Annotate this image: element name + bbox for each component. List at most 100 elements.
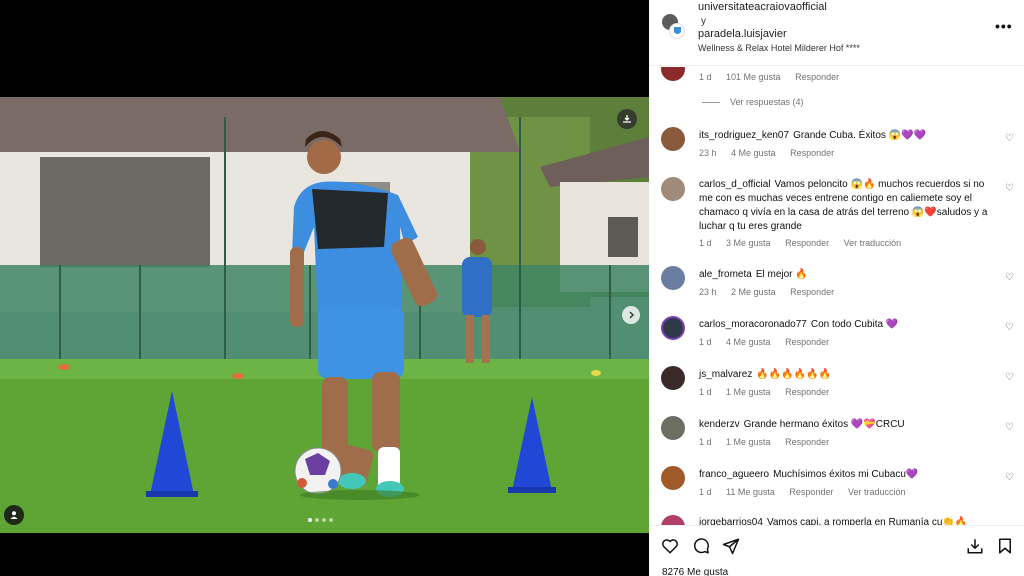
send-icon bbox=[722, 538, 740, 555]
comment-username[interactable]: ale_frometa bbox=[699, 269, 752, 280]
download-button[interactable] bbox=[617, 109, 637, 129]
location-link[interactable]: Wellness & Relax Hotel Milderer Hof **** bbox=[698, 43, 860, 53]
like-comment-button[interactable]: ♡ bbox=[1005, 272, 1014, 283]
carousel-dot bbox=[315, 518, 319, 522]
translate-button[interactable]: Ver traducción bbox=[844, 238, 902, 248]
training-photo bbox=[0, 97, 649, 533]
save-button[interactable] bbox=[996, 537, 1014, 555]
comment-meta: 1 d 1 Me gusta Responder bbox=[699, 437, 841, 447]
comment-body: 🔥🔥🔥🔥🔥🔥 bbox=[756, 369, 832, 380]
divider bbox=[702, 102, 720, 104]
comment-meta: 1 d 1 Me gusta Responder bbox=[699, 387, 841, 397]
reply-button[interactable]: Responder bbox=[789, 487, 833, 497]
comment-username[interactable]: kenderzv bbox=[699, 419, 740, 430]
translate-button[interactable]: Ver traducción bbox=[848, 487, 906, 497]
download-post-button[interactable] bbox=[966, 537, 984, 555]
comment-time[interactable]: 1 d bbox=[699, 337, 712, 347]
comments-list: 1 d 101 Me gusta Responder Ver respuesta… bbox=[649, 67, 1024, 525]
comment-time[interactable]: 1 d bbox=[699, 487, 712, 497]
comment-time[interactable]: 1 d bbox=[699, 238, 712, 248]
comment-username[interactable]: carlos_moracoronado77 bbox=[699, 319, 807, 330]
avatar[interactable] bbox=[661, 515, 685, 525]
carousel-dot bbox=[322, 518, 326, 522]
post-media bbox=[0, 0, 649, 576]
comment-time[interactable]: 23 h bbox=[699, 148, 717, 158]
view-replies-button[interactable]: Ver respuestas (4) bbox=[702, 97, 804, 107]
likes-count[interactable]: 8276 Me gusta bbox=[662, 567, 728, 576]
reply-button[interactable]: Responder bbox=[785, 437, 829, 447]
tagged-users-button[interactable] bbox=[4, 505, 24, 525]
carousel-dot bbox=[308, 518, 312, 522]
comment-likes[interactable]: 1 Me gusta bbox=[726, 387, 771, 397]
comment-time[interactable]: 1 d bbox=[699, 387, 712, 397]
collab-avatars[interactable] bbox=[661, 13, 685, 41]
download-icon bbox=[623, 115, 631, 123]
comment-body: Vamos capi, a romperla en Rumanía cu👏🔥 bbox=[766, 517, 968, 525]
like-comment-button[interactable]: ♡ bbox=[1005, 422, 1014, 433]
heart-icon: ♡ bbox=[1005, 422, 1014, 433]
reply-button[interactable]: Responder bbox=[785, 337, 829, 347]
comment-text: carlos_d_official Vamos peloncito 😱🔥 much… bbox=[699, 178, 989, 234]
avatar[interactable] bbox=[661, 127, 685, 151]
coauthor-username[interactable]: paradela.luisjavier bbox=[698, 28, 787, 40]
comment-likes[interactable]: 2 Me gusta bbox=[731, 287, 776, 297]
heart-icon: ♡ bbox=[1005, 372, 1014, 383]
avatar[interactable] bbox=[661, 266, 685, 290]
comment-time[interactable]: 23 h bbox=[699, 287, 717, 297]
comment-meta: 1 d 3 Me gusta Responder Ver traducción bbox=[699, 238, 913, 248]
more-options-button[interactable]: ••• bbox=[995, 18, 1013, 34]
connector-text: y bbox=[701, 16, 706, 27]
carousel-next-button[interactable] bbox=[622, 306, 640, 324]
comment-meta: 23 h 4 Me gusta Responder bbox=[699, 148, 846, 158]
like-comment-button[interactable]: ♡ bbox=[1005, 322, 1014, 333]
comment-likes[interactable]: 11 Me gusta bbox=[726, 487, 775, 497]
comment-likes[interactable]: 4 Me gusta bbox=[731, 148, 776, 158]
comment-time[interactable]: 1 d bbox=[699, 437, 712, 447]
comment-body: Grande hermano éxitos 💜💝CRCU bbox=[743, 419, 905, 430]
avatar[interactable] bbox=[661, 416, 685, 440]
comment-username[interactable]: its_rodriguez_ken07 bbox=[699, 130, 789, 141]
avatar[interactable] bbox=[661, 67, 685, 81]
heart-icon: ♡ bbox=[1005, 322, 1014, 333]
club-crest-icon bbox=[673, 27, 681, 34]
comment-likes[interactable]: 3 Me gusta bbox=[726, 238, 771, 248]
view-replies-label: Ver respuestas (4) bbox=[730, 97, 804, 107]
reply-button[interactable]: Responder bbox=[795, 72, 839, 82]
like-button[interactable] bbox=[661, 537, 679, 555]
reply-button[interactable]: Responder bbox=[785, 387, 829, 397]
comment-username[interactable]: js_malvarez bbox=[699, 369, 752, 380]
instagram-post-modal: universitateacraiovaofficial y paradela.… bbox=[0, 0, 1024, 576]
comment-meta: 1 d 101 Me gusta Responder bbox=[699, 72, 851, 82]
post-photo[interactable] bbox=[0, 97, 649, 533]
reply-button[interactable]: Responder bbox=[790, 287, 834, 297]
carousel-dots bbox=[308, 518, 333, 522]
comment-likes[interactable]: 1 Me gusta bbox=[726, 437, 771, 447]
comment-username[interactable]: carlos_d_official bbox=[699, 179, 771, 190]
avatar[interactable] bbox=[661, 466, 685, 490]
comment-likes[interactable]: 4 Me gusta bbox=[726, 337, 771, 347]
reply-button[interactable]: Responder bbox=[785, 238, 829, 248]
comment-username[interactable]: franco_agueero bbox=[699, 469, 769, 480]
carousel-dot bbox=[329, 518, 333, 522]
chevron-right-icon bbox=[629, 311, 634, 319]
like-comment-button[interactable]: ♡ bbox=[1005, 133, 1014, 144]
avatar[interactable] bbox=[661, 177, 685, 201]
avatar[interactable] bbox=[661, 316, 685, 340]
comment-text: franco_agueero Muchísimos éxitos mi Cubac… bbox=[699, 468, 989, 482]
comment-username[interactable]: jorgebarrios04 bbox=[699, 517, 763, 525]
author-username[interactable]: universitateacraiovaofficial bbox=[698, 1, 827, 13]
comment-meta: 23 h 2 Me gusta Responder bbox=[699, 287, 846, 297]
like-comment-button[interactable]: ♡ bbox=[1005, 183, 1014, 194]
person-icon bbox=[10, 511, 18, 519]
share-button[interactable] bbox=[722, 537, 740, 555]
more-horizontal-icon: ••• bbox=[995, 18, 1013, 34]
reply-button[interactable]: Responder bbox=[790, 148, 834, 158]
like-comment-button[interactable]: ♡ bbox=[1005, 472, 1014, 483]
avatar[interactable] bbox=[661, 366, 685, 390]
avatar bbox=[669, 23, 685, 39]
comment-body: Grande Cuba. Éxitos 😱💜💜 bbox=[793, 130, 927, 141]
comment-time[interactable]: 1 d bbox=[699, 72, 712, 82]
like-comment-button[interactable]: ♡ bbox=[1005, 372, 1014, 383]
comment-likes[interactable]: 101 Me gusta bbox=[726, 72, 781, 82]
comment-button[interactable] bbox=[692, 537, 710, 555]
